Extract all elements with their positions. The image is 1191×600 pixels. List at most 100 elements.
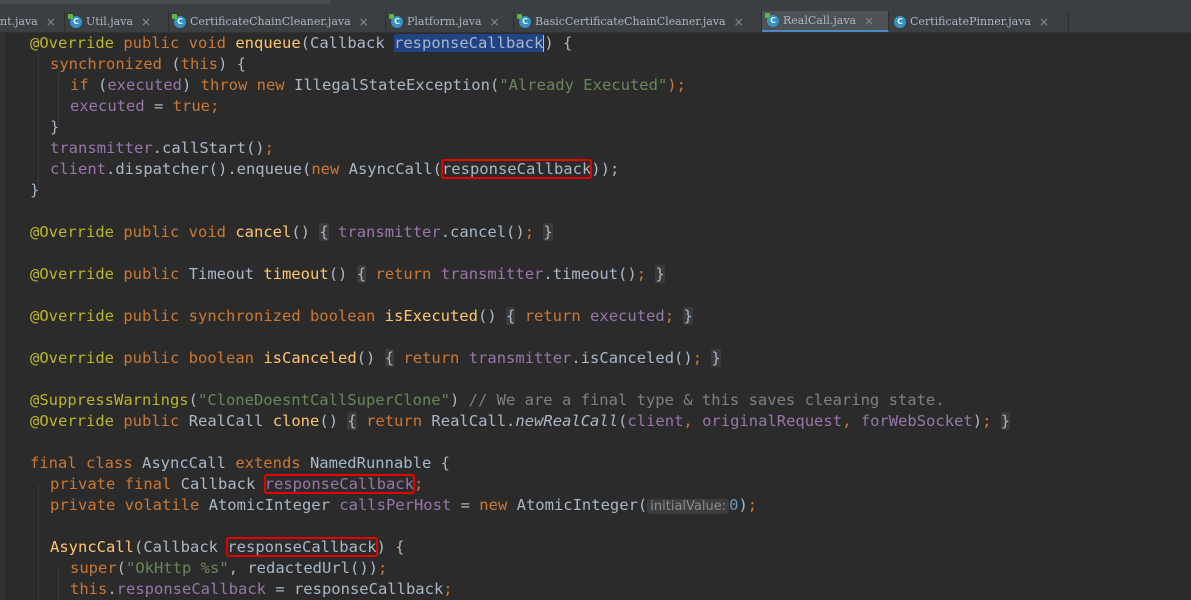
fold-marker[interactable]: { xyxy=(347,412,357,430)
keyword: public boolean xyxy=(123,349,254,367)
punct: ; xyxy=(413,475,424,493)
keyword: public xyxy=(123,412,180,430)
class-icon: C xyxy=(765,12,779,27)
indent-guide xyxy=(38,484,39,600)
annotation: @SuppressWarnings xyxy=(30,391,189,409)
code-line[interactable]: private volatile AtomicInteger callsPerH… xyxy=(50,495,757,516)
punct: ( xyxy=(618,412,628,430)
punct: ; xyxy=(209,97,220,115)
tab-basiccertificatechaincleaner-java[interactable]: C BasicCertificateChainCleaner.java × xyxy=(514,11,762,32)
method-call: .timeout() xyxy=(543,265,637,283)
punct: ( xyxy=(116,559,127,577)
field: transmitter xyxy=(468,349,572,367)
punct: ) { xyxy=(544,34,573,52)
punct: ) xyxy=(449,391,460,409)
tab-certificatepinner-java[interactable]: C CertificatePinner.java × xyxy=(889,11,1069,32)
fold-marker[interactable]: { xyxy=(356,265,367,283)
tab-certificatechaincleaner-java[interactable]: C CertificateChainCleaner.java × xyxy=(169,11,386,32)
code-line[interactable]: transmitter.callStart(); xyxy=(50,138,274,159)
keyword: synchronized xyxy=(50,55,162,73)
code-line[interactable]: @Override public boolean isCanceled() { … xyxy=(30,348,721,369)
tab-label: Util.java xyxy=(86,15,133,28)
keyword: private volatile xyxy=(50,496,200,514)
code-line[interactable]: super("OkHttp %s", redactedUrl()); xyxy=(70,558,387,579)
tab-bar-top-strip xyxy=(0,0,330,4)
field: responseCallback xyxy=(116,580,266,598)
string-literal: "CloneDoesntCallSuperClone" xyxy=(197,391,450,409)
annotation: @Override xyxy=(30,307,114,325)
keyword: new xyxy=(311,160,340,178)
tab-nt-java[interactable]: nt.java × xyxy=(0,11,65,32)
class-name: AsyncCall xyxy=(132,454,236,472)
punct: ) { xyxy=(217,55,246,73)
brace: } xyxy=(30,181,40,199)
code-line[interactable]: client.dispatcher().enqueue(new AsyncCal… xyxy=(50,159,619,180)
code-line[interactable]: @Override public void cancel() { transmi… xyxy=(30,222,553,243)
fold-marker[interactable]: { xyxy=(384,349,395,367)
code-line[interactable]: private final Callback responseCallback; xyxy=(50,474,423,495)
punct: ; xyxy=(692,349,703,367)
code-line[interactable]: AsyncCall(Callback responseCallback) { xyxy=(50,537,405,558)
method-name: timeout xyxy=(263,265,329,283)
fold-marker[interactable]: } xyxy=(655,265,665,283)
code-line[interactable]: @Override public void enqueue(Callback r… xyxy=(30,33,572,54)
code-line[interactable]: @SuppressWarnings("CloneDoesntCallSuperC… xyxy=(30,390,945,411)
keyword: private final xyxy=(50,475,172,493)
code-line[interactable]: final class AsyncCall extends NamedRunna… xyxy=(30,453,450,474)
punct: ( xyxy=(88,76,108,94)
class-name: AsyncCall( xyxy=(339,160,442,178)
keyword: public void xyxy=(123,34,226,52)
class-icon: C xyxy=(517,13,531,28)
class-name: AtomicInteger( xyxy=(507,496,648,514)
code-line[interactable]: executed = true; xyxy=(70,96,219,117)
keyword: new xyxy=(479,496,508,514)
annotation: @Override xyxy=(30,223,114,241)
tab-platform-java[interactable]: C Platform.java × xyxy=(386,11,514,32)
code-line[interactable]: @Override public synchronized boolean is… xyxy=(30,306,693,327)
close-icon[interactable]: × xyxy=(46,15,56,29)
fold-marker[interactable]: } xyxy=(683,307,693,325)
code-line[interactable]: this.responseCallback = responseCallback… xyxy=(70,579,453,600)
annotation: @Override xyxy=(30,34,114,52)
code-line[interactable]: if (executed) throw new IllegalStateExce… xyxy=(70,75,686,96)
code-line[interactable]: @Override public Timeout timeout() { ret… xyxy=(30,264,665,285)
string-literal: "Already Executed" xyxy=(499,76,668,94)
punct: ; xyxy=(443,580,453,598)
keyword: return xyxy=(524,307,581,325)
keyword: this xyxy=(70,580,108,598)
keyword: public xyxy=(123,265,180,283)
code-line[interactable]: synchronized (this) { xyxy=(50,54,246,75)
tab-realcall-java[interactable]: C RealCall.java × xyxy=(762,11,889,32)
indent-guide xyxy=(38,53,39,189)
close-icon[interactable]: × xyxy=(359,15,369,29)
close-icon[interactable]: × xyxy=(141,15,151,29)
close-icon[interactable]: × xyxy=(734,15,744,29)
highlighted-identifier: responseCallback xyxy=(226,537,378,557)
close-icon[interactable]: × xyxy=(864,14,874,28)
class-icon: C xyxy=(389,13,403,28)
field: executed xyxy=(107,76,182,94)
fold-marker[interactable]: } xyxy=(711,349,721,367)
keyword: public synchronized boolean xyxy=(123,307,376,325)
fold-marker[interactable]: } xyxy=(543,223,553,241)
parameter-hint: initialValue: xyxy=(647,499,730,514)
code-line[interactable]: } xyxy=(50,117,59,138)
tab-util-java[interactable]: C Util.java × xyxy=(65,11,169,32)
close-icon[interactable]: × xyxy=(1039,15,1049,29)
code-line[interactable]: @Override public RealCall clone() { retu… xyxy=(30,411,1011,432)
method-name: isCanceled xyxy=(263,349,357,367)
method-call: .isCanceled() xyxy=(571,349,693,367)
close-icon[interactable]: × xyxy=(490,15,500,29)
fold-marker[interactable]: { xyxy=(319,223,329,241)
selected-param: responseCallback xyxy=(394,34,544,52)
annotation: @Override xyxy=(30,349,114,367)
type-name: Callback xyxy=(171,475,265,493)
punct: ; xyxy=(264,139,274,157)
field: executed xyxy=(590,307,665,325)
fold-marker[interactable]: { xyxy=(506,307,516,325)
type-name: RealCall xyxy=(188,412,264,430)
brace: } xyxy=(50,118,60,136)
fold-marker[interactable]: } xyxy=(1000,412,1011,430)
code-line[interactable]: } xyxy=(30,180,39,201)
field: callsPerHost xyxy=(339,496,452,514)
